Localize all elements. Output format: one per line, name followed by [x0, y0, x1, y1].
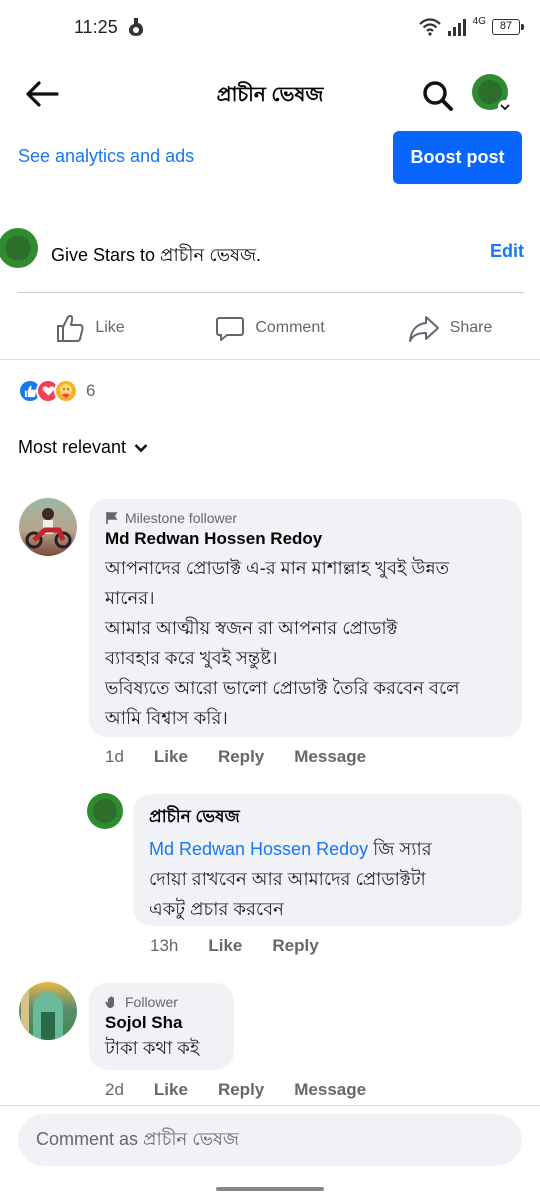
care-reaction-icon [54, 379, 78, 403]
comment-like-button[interactable]: Like [154, 1080, 188, 1100]
commenter-avatar[interactable] [19, 982, 77, 1040]
edit-button[interactable]: Edit [490, 241, 524, 262]
milestone-badge: Milestone follower [105, 509, 506, 527]
wifi-icon [418, 18, 441, 36]
page-logo-inner [5, 235, 31, 261]
commenter-avatar[interactable] [19, 498, 77, 556]
wave-hand-icon [105, 996, 114, 1008]
comment-text: টাকা কথা কই [105, 1033, 218, 1063]
follower-badge: Follower [105, 993, 218, 1011]
comment-meta: 1d Like Reply Message [105, 747, 396, 767]
page-logo [0, 228, 38, 268]
comment-reply-button[interactable]: Reply [218, 1080, 264, 1100]
comment-line: টাকা কথা কই [105, 1038, 200, 1058]
comment-line: মানের। [105, 588, 155, 608]
battery-icon: 87 [492, 19, 524, 35]
reply-meta: 13h Like Reply [150, 936, 349, 956]
sort-label: Most relevant [18, 437, 127, 457]
comment-message-button[interactable]: Message [294, 1080, 366, 1100]
badge-label: Follower [125, 994, 178, 1010]
divider [18, 292, 524, 293]
give-stars-text: Give Stars to প্রাচীন ভেষজ. [51, 245, 262, 265]
badge-label: Milestone follower [125, 510, 238, 526]
chevron-down-icon [134, 443, 148, 452]
page-reply-avatar[interactable] [87, 793, 123, 829]
motorbike-photo [25, 508, 72, 549]
status-bar: 11:25 4G 87 [0, 0, 540, 56]
search-button[interactable] [418, 76, 458, 116]
comment-time: 2d [105, 1080, 124, 1099]
comment-time: 1d [105, 747, 124, 766]
reply-author-name[interactable]: প্রাচীন ভেষজ [149, 804, 506, 832]
page-switcher-avatar[interactable] [472, 74, 512, 114]
share-label: Share [449, 319, 493, 336]
reply-time: 13h [150, 936, 179, 955]
network-type: 4G [472, 15, 486, 27]
comment-input[interactable]: Comment as প্রাচীন ভেষজ [18, 1114, 522, 1166]
reply-reply-button[interactable]: Reply [272, 936, 318, 956]
status-icons: 4G 87 [418, 15, 524, 38]
give-stars-row[interactable]: Give Stars to প্রাচীন ভেষজ. Edit [0, 222, 540, 280]
chevron-down-icon [498, 100, 512, 114]
signal-icon [447, 19, 466, 36]
commenter-name[interactable]: Md Redwan Hossen Redoy [105, 529, 506, 549]
comment-line: আমি বিশ্বাস করি। [105, 708, 228, 728]
share-icon [408, 316, 439, 342]
reactions-summary[interactable]: 6 [18, 378, 95, 404]
reply-line: দোয়া রাখবেন আর আমাদের প্রোডাক্টটা [149, 869, 426, 889]
like-label: Like [95, 319, 125, 336]
comment-bubble: Follower Sojol Sha টাকা কথা কই [89, 983, 234, 1070]
app-notification-icon [129, 18, 143, 36]
comment-bubble: Milestone follower Md Redwan Hossen Redo… [89, 499, 522, 737]
comment-line: আমার আত্মীয় স্বজন রা আপনার প্রোডাক্ট [105, 618, 398, 638]
reply-line: একটু প্রচার করবেন [149, 899, 284, 919]
reply-line-rest: জি স্যার [368, 839, 432, 859]
comment-message-button[interactable]: Message [294, 747, 366, 767]
search-icon [423, 81, 453, 111]
reply-text: Md Redwan Hossen Redoy জি স্যার দোয়া রা… [149, 834, 506, 924]
comment-label: Comment [255, 319, 325, 336]
flag-icon [106, 512, 118, 524]
thumbs-up-icon [57, 315, 84, 342]
boost-post-button[interactable]: Boost post [393, 131, 522, 184]
like-button[interactable]: Like [0, 300, 180, 356]
comment-icon [216, 317, 245, 341]
divider [0, 359, 540, 360]
see-analytics-link[interactable]: See analytics and ads [18, 146, 194, 167]
comment-line: আপনাদের প্রোডাক্ট এ-র মান মাশাল্লাহ খুবই… [105, 558, 450, 578]
comment-like-button[interactable]: Like [154, 747, 188, 767]
reaction-count: 6 [86, 381, 96, 400]
home-indicator[interactable] [216, 1187, 324, 1191]
page-logo-inner [478, 80, 502, 104]
comment-line: ব্যাবহার করে খুবই সন্তুষ্ট। [105, 648, 278, 668]
comment-button[interactable]: Comment [180, 300, 360, 356]
comment-text: আপনাদের প্রোডাক্ট এ-র মান মাশাল্লাহ খুবই… [105, 553, 506, 733]
post-actions: Like Comment Share [0, 300, 540, 356]
mention-link[interactable]: Md Redwan Hossen Redoy [149, 839, 368, 859]
divider [0, 1105, 540, 1106]
comment-reply-button[interactable]: Reply [218, 747, 264, 767]
page-title: প্রাচীন ভেষজ [216, 84, 324, 106]
shrine-photo [21, 986, 63, 1040]
page-logo-inner [93, 799, 117, 823]
reply-like-button[interactable]: Like [208, 936, 242, 956]
commenter-name[interactable]: Sojol Sha [105, 1013, 218, 1033]
comment-line: ভবিষ্যতে আরো ভালো প্রোডাক্ট তৈরি করবেন ব… [105, 678, 460, 698]
share-button[interactable]: Share [360, 300, 540, 356]
reply-bubble: প্রাচীন ভেষজ Md Redwan Hossen Redoy জি স… [133, 794, 522, 926]
status-time: 11:25 [74, 17, 118, 37]
comment-sort-dropdown[interactable]: Most relevant [18, 437, 148, 458]
reply-line: Md Redwan Hossen Redoy জি স্যার [149, 834, 506, 864]
header: প্রাচীন ভেষজ [0, 60, 540, 128]
comment-meta: 2d Like Reply Message [105, 1080, 396, 1100]
